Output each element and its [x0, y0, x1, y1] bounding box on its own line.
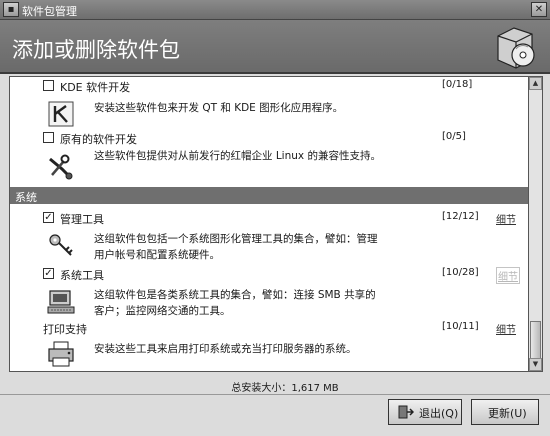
page-title: 添加或删除软件包	[12, 38, 180, 62]
package-row[interactable]: ✓ 系统工具 [10/28] 细节	[10, 265, 528, 284]
total-label: 总安装大小：	[231, 383, 292, 394]
package-count: [0/5]	[442, 131, 466, 142]
total-install-size: 总安装大小：1,617 MB	[0, 379, 550, 394]
menu-icon: ▪	[7, 4, 15, 15]
arrow-down-icon: ▼	[532, 360, 539, 368]
package-name: 管理工具	[60, 213, 104, 226]
exit-door-icon	[398, 405, 414, 419]
footer-divider	[0, 394, 550, 395]
scroll-up-button[interactable]: ▲	[529, 77, 542, 90]
details-button[interactable]: 细节	[496, 211, 516, 226]
details-button[interactable]: 细节	[496, 321, 516, 336]
package-count: [10/11]	[442, 321, 479, 332]
total-value: 1,617 MB	[291, 383, 339, 394]
package-description: 这组软件包是各类系统工具的集合，譬如：连接 SMB 共享的 客户；监控网络交通的…	[94, 289, 376, 317]
package-list[interactable]: KDE 软件开发 [0/18] 安装这些软件包来开发 QT 和 KDE 图形化应…	[9, 76, 529, 372]
vertical-scrollbar[interactable]: ▲ ▼	[529, 76, 543, 372]
package-description: 安装这些工具来启用打印系统或充当打印服务器的系统。	[94, 343, 357, 355]
package-checkbox[interactable]: ✓	[43, 212, 54, 223]
kde-development-icon	[48, 101, 74, 127]
details-button[interactable]: 细节	[496, 267, 520, 284]
package-count: [12/12]	[442, 211, 479, 222]
package-count: [10/28]	[442, 267, 479, 278]
package-description: 安装这些软件包来开发 QT 和 KDE 图形化应用程序。	[94, 102, 344, 114]
package-row[interactable]: KDE 软件开发 [0/18]	[10, 77, 528, 95]
section-header-system: 系统	[10, 187, 528, 204]
package-checkbox[interactable]	[43, 80, 54, 91]
window-menu-button[interactable]: ▪	[3, 2, 19, 17]
window-close-button[interactable]: ✕	[531, 2, 547, 17]
package-name: 打印支持	[43, 323, 87, 336]
section-label: 系统	[15, 191, 37, 204]
quit-button-label: 退出(Q)	[419, 407, 459, 420]
quit-button[interactable]: 退出(Q)	[388, 399, 462, 425]
keys-icon	[49, 234, 73, 256]
update-button-label: 更新(U)	[488, 407, 527, 420]
package-row[interactable]: 原有的软件开发 [0/5]	[10, 129, 528, 147]
window-title: 软件包管理	[22, 5, 77, 18]
package-cd-icon	[497, 27, 535, 69]
package-count: [0/18]	[442, 79, 473, 90]
printer-icon	[48, 341, 74, 367]
legacy-tools-icon	[49, 154, 73, 180]
package-checkbox[interactable]: ✓	[43, 268, 54, 279]
scroll-down-button[interactable]: ▼	[529, 358, 542, 371]
arrow-up-icon: ▲	[532, 79, 539, 87]
window-titlebar: ▪ 软件包管理 ✕	[0, 0, 550, 20]
package-name: KDE 软件开发	[60, 81, 131, 94]
package-description: 这组软件包包括一个系统图形化管理工具的集合，譬如：管理 用户帐号和配置系统硬件。	[94, 233, 378, 261]
header-banner: 添加或删除软件包	[0, 20, 550, 74]
package-checkbox[interactable]	[43, 132, 54, 143]
package-name: 原有的软件开发	[60, 133, 137, 146]
scrollbar-thumb[interactable]	[530, 321, 541, 359]
package-row[interactable]: ✓ 管理工具 [12/12] 细节	[10, 209, 528, 227]
package-name: 系统工具	[60, 269, 104, 282]
update-button[interactable]: 更新(U)	[471, 399, 539, 425]
package-description: 这些软件包提供对从前发行的红帽企业 Linux 的兼容性支持。	[94, 150, 381, 162]
close-icon: ✕	[534, 4, 544, 15]
computer-icon	[47, 290, 75, 314]
package-row[interactable]: 打印支持 [10/11] 细节	[10, 319, 528, 337]
